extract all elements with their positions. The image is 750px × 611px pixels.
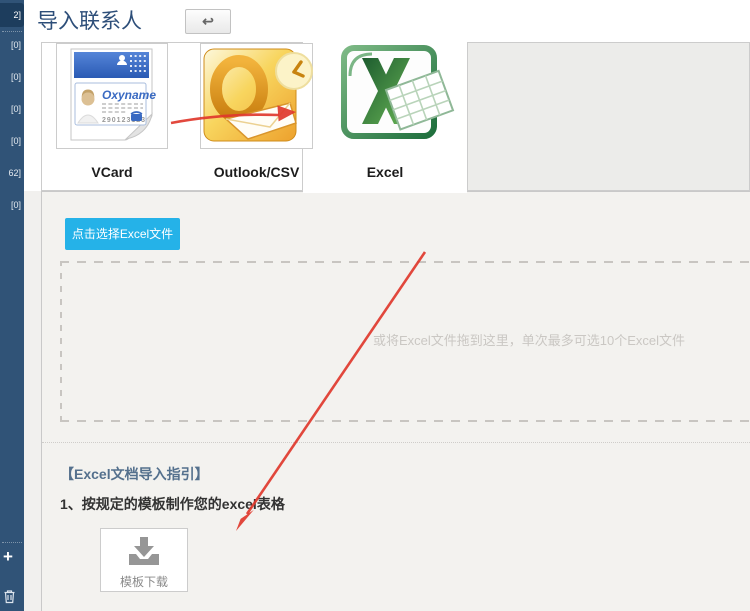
sidebar: 2] [0] [0] [0] [0] 62] [0] + xyxy=(0,0,24,611)
back-button[interactable]: ↩ xyxy=(185,9,231,34)
sidebar-item-selected[interactable]: 2] xyxy=(0,3,24,27)
download-icon xyxy=(127,536,161,566)
tabbar-right-filler xyxy=(467,42,750,191)
sidebar-item[interactable]: [0] xyxy=(0,62,24,92)
template-download-label: 模板下载 xyxy=(101,573,187,590)
left-gutter xyxy=(24,191,41,611)
sidebar-divider xyxy=(2,542,22,543)
sidebar-item[interactable]: 62] xyxy=(0,158,24,188)
vcard-sample-name: Oxyname xyxy=(102,88,156,102)
page-title: 导入联系人 xyxy=(37,5,142,35)
add-group-button[interactable]: + xyxy=(3,547,13,567)
dropzone-hint: 或将Excel文件拖到这里，单次最多可选10个Excel文件 xyxy=(373,330,685,349)
section-divider xyxy=(42,442,750,443)
outlook-icon xyxy=(202,45,312,145)
sidebar-item[interactable]: [0] xyxy=(0,190,24,220)
excel-icon xyxy=(340,44,446,142)
tab-label-vcard[interactable]: VCard xyxy=(56,161,168,183)
template-download-button[interactable]: 模板下载 xyxy=(100,528,188,592)
guide-heading: 【Excel文档导入指引】 xyxy=(60,464,209,484)
tab-label-excel[interactable]: Excel xyxy=(303,161,467,183)
select-excel-file-button[interactable]: 点击选择Excel文件 xyxy=(65,218,180,250)
back-icon: ↩ xyxy=(202,13,214,29)
vcard-icon: Oxyname 290123123 xyxy=(68,46,156,144)
tab-label-outlook[interactable]: Outlook/CSV xyxy=(200,161,313,183)
sidebar-item[interactable]: [0] xyxy=(0,94,24,124)
sidebar-item[interactable]: [0] xyxy=(0,126,24,156)
sidebar-item[interactable]: [0] xyxy=(0,30,24,60)
trash-icon[interactable] xyxy=(3,589,16,609)
guide-step-1: 1、按规定的模板制作您的excel表格 xyxy=(60,494,285,514)
